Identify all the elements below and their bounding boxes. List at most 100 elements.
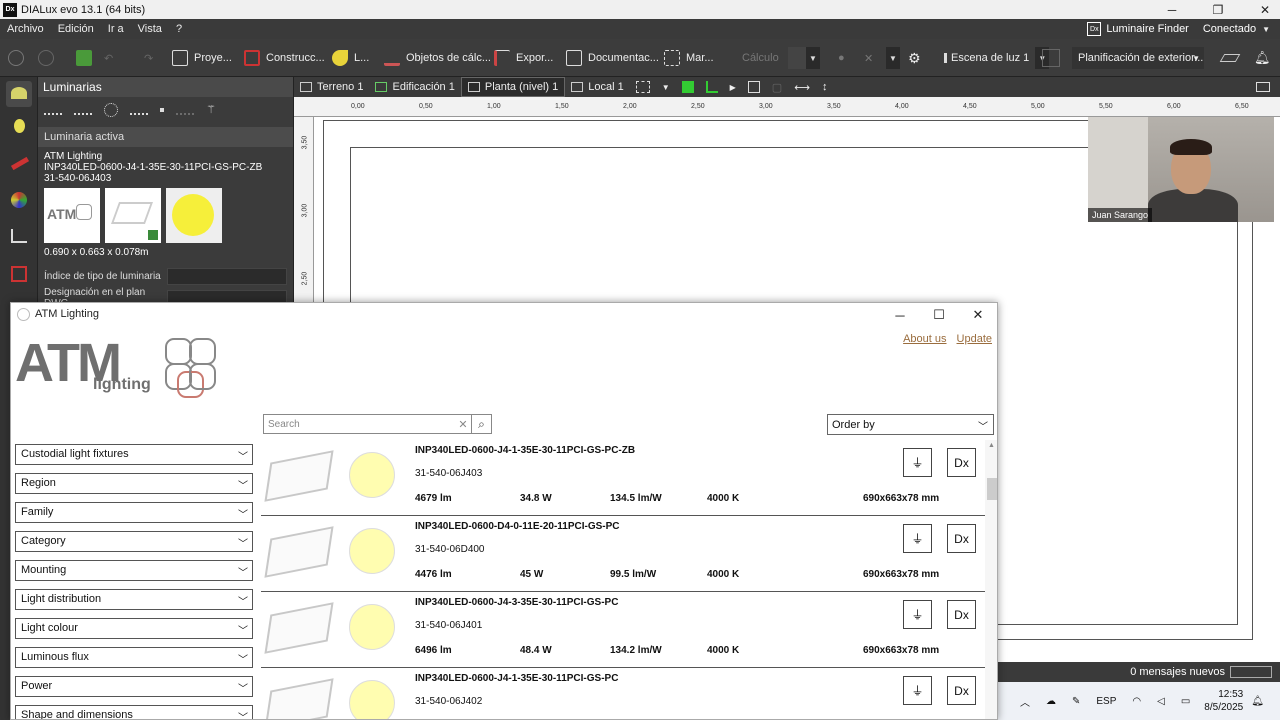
tab-terreno[interactable]: Terreno 1 xyxy=(294,77,369,97)
calc-options-dropdown[interactable]: ▼ xyxy=(886,47,900,69)
save-icon[interactable] xyxy=(76,47,98,69)
circle-arrangement-icon[interactable] xyxy=(104,103,118,117)
add-to-dialux-button[interactable]: Dx xyxy=(947,676,976,705)
product-list-scrollbar[interactable]: ▲ xyxy=(985,440,997,719)
menu-vista[interactable]: Vista xyxy=(131,23,169,35)
battery-icon[interactable]: ▭ xyxy=(1181,696,1190,707)
add-to-dialux-button[interactable]: Dx xyxy=(947,448,976,477)
clear-search-icon[interactable]: ✕ xyxy=(455,418,471,431)
dialog-maximize-button[interactable]: ☐ xyxy=(924,305,954,325)
luminaire-mode-icon[interactable] xyxy=(6,81,32,107)
system-clock[interactable]: 12:53 8/5/2025 xyxy=(1204,688,1243,714)
angle-icon[interactable] xyxy=(6,223,32,249)
chevron-right-icon[interactable]: ▶ xyxy=(724,77,742,97)
volume-icon[interactable]: ◁ xyxy=(1157,696,1165,707)
magic-wand-icon[interactable]: ⚚ xyxy=(206,103,220,117)
bell-icon[interactable]: 🔔︎ xyxy=(1254,47,1271,69)
list-item[interactable]: INP340LED-0600-J4-1-35E-30-11PCI-GS-PC 3… xyxy=(261,668,985,719)
filter-custodial[interactable]: Custodial light fixtures ﹀ xyxy=(15,444,253,465)
toolbar-construccion[interactable]: Construcc... xyxy=(244,47,325,69)
field-arrangement-icon[interactable] xyxy=(130,105,148,115)
filter-light-colour[interactable]: Light colour ﹀ xyxy=(15,618,253,639)
luminaire-finder-button[interactable]: Dx Luminaire Finder xyxy=(1087,22,1189,36)
planning-mode-dropdown[interactable]: Planificación de exterior... ▼ xyxy=(1072,47,1204,69)
minimize-button[interactable]: ─ xyxy=(1157,0,1187,19)
toolbar-documentacion[interactable]: Documentac... xyxy=(566,47,659,69)
forward-icon[interactable] xyxy=(38,47,54,69)
list-item[interactable]: INP340LED-0600-J4-1-35E-30-11PCI-GS-PC-Z… xyxy=(261,440,985,516)
filter-light-distribution[interactable]: Light distribution ﹀ xyxy=(15,589,253,610)
scroll-up-icon[interactable]: ▲ xyxy=(988,442,995,449)
chevron-down-icon[interactable]: ▼ xyxy=(1262,25,1270,34)
filter-family[interactable]: Family ﹀ xyxy=(15,502,253,523)
product-photo-thumb[interactable] xyxy=(105,188,161,243)
single-arrangement-icon[interactable] xyxy=(44,105,62,115)
toolbar-luz[interactable]: L... xyxy=(332,47,369,69)
pipette-icon[interactable] xyxy=(6,151,32,177)
toolbar-proyecto[interactable]: Proye... xyxy=(172,47,232,69)
toolbar-objetos[interactable]: Objetos de cálc... xyxy=(384,47,491,69)
manufacturer-logo-thumb[interactable]: ATM xyxy=(44,188,100,243)
lamp-details-icon[interactable]: ⏚ xyxy=(903,600,932,629)
close-button[interactable]: ✕ xyxy=(1250,0,1280,19)
messages-count[interactable]: 0 mensajes nuevos xyxy=(1130,666,1225,678)
dialog-minimize-button[interactable]: ─ xyxy=(885,305,915,325)
pen-icon[interactable]: ✎ xyxy=(1072,696,1080,707)
tab-local[interactable]: Local 1 xyxy=(565,77,629,97)
search-input[interactable]: Search xyxy=(264,419,455,430)
order-by-dropdown[interactable]: Order by ﹀ xyxy=(827,414,994,435)
language-indicator[interactable]: ESP xyxy=(1096,696,1116,707)
menu-archivo[interactable]: Archivo xyxy=(0,23,51,35)
point-icon[interactable] xyxy=(160,108,164,112)
measure-horizontal-icon[interactable]: ⟷ xyxy=(788,77,816,97)
filter-region[interactable]: Region ﹀ xyxy=(15,473,253,494)
redo-icon[interactable]: ↷ xyxy=(144,47,153,69)
filter-category[interactable]: Category ﹀ xyxy=(15,531,253,552)
green-angle-icon[interactable] xyxy=(700,77,724,97)
list-item[interactable]: INP340LED-0600-J4-3-35E-30-11PCI-GS-PC 3… xyxy=(261,592,985,668)
filter-mounting[interactable]: Mounting ﹀ xyxy=(15,560,253,581)
search-icon[interactable]: ⌕ xyxy=(471,415,491,433)
filter-luminous-flux[interactable]: Luminous flux ﹀ xyxy=(15,647,253,668)
toolbar-exportar[interactable]: Expor... xyxy=(494,47,553,69)
add-to-dialux-button[interactable]: Dx xyxy=(947,600,976,629)
toolbar-marcos[interactable]: Mar... xyxy=(664,47,714,69)
bulb-icon[interactable] xyxy=(6,115,32,141)
menu-help[interactable]: ? xyxy=(169,23,189,35)
menu-ir-a[interactable]: Ir a xyxy=(101,23,131,35)
scrollbar-thumb[interactable] xyxy=(987,478,997,500)
notification-bell-icon[interactable]: 🔔︎ xyxy=(1251,696,1264,707)
chevron-down-icon[interactable]: ▼ xyxy=(656,77,676,97)
lamp-details-icon[interactable]: ⏚ xyxy=(903,448,932,477)
line-arrangement-icon[interactable] xyxy=(74,105,92,115)
lamp-details-icon[interactable]: ⏚ xyxy=(903,676,932,705)
view-window-icon[interactable] xyxy=(1256,82,1270,92)
cloud-icon[interactable]: ☁ xyxy=(1046,696,1056,707)
dialog-close-button[interactable]: ✕ xyxy=(963,305,993,325)
filter-power[interactable]: Power ﹀ xyxy=(15,676,253,697)
room-icon[interactable] xyxy=(6,261,32,287)
lamp-details-icon[interactable]: ⏚ xyxy=(903,524,932,553)
undo-icon[interactable]: ↶ xyxy=(104,47,113,69)
type-index-field[interactable] xyxy=(167,267,287,285)
about-us-link[interactable]: About us xyxy=(903,333,946,345)
green-block-icon[interactable] xyxy=(676,77,700,97)
add-to-dialux-button[interactable]: Dx xyxy=(947,524,976,553)
light-scene-selector[interactable]: Escena de luz 1 ▼ xyxy=(944,47,1050,69)
filter-shape-dimensions[interactable]: Shape and dimensions ﹀ xyxy=(15,705,253,719)
gear-icon[interactable]: ⚙ xyxy=(908,47,921,69)
back-icon[interactable] xyxy=(8,47,24,69)
update-link[interactable]: Update xyxy=(957,333,992,345)
menu-edicion[interactable]: Edición xyxy=(51,23,101,35)
calc-mode-dropdown[interactable]: ▼ xyxy=(788,47,820,69)
light-distribution-thumb[interactable] xyxy=(166,188,222,243)
tab-edificacion[interactable]: Edificación 1 xyxy=(369,77,460,97)
measure-vertical-icon[interactable]: ↕ xyxy=(816,77,834,97)
maximize-button[interactable]: ❐ xyxy=(1203,0,1233,19)
color-palette-icon[interactable] xyxy=(6,187,32,213)
fit-view-icon[interactable] xyxy=(742,77,766,97)
selection-tool-icon[interactable] xyxy=(630,77,656,97)
wifi-icon[interactable]: ◠ xyxy=(1132,696,1141,707)
list-item[interactable]: INP340LED-0600-D4-0-11E-20-11PCI-GS-PC 3… xyxy=(261,516,985,592)
tab-planta[interactable]: Planta (nivel) 1 xyxy=(460,77,566,97)
